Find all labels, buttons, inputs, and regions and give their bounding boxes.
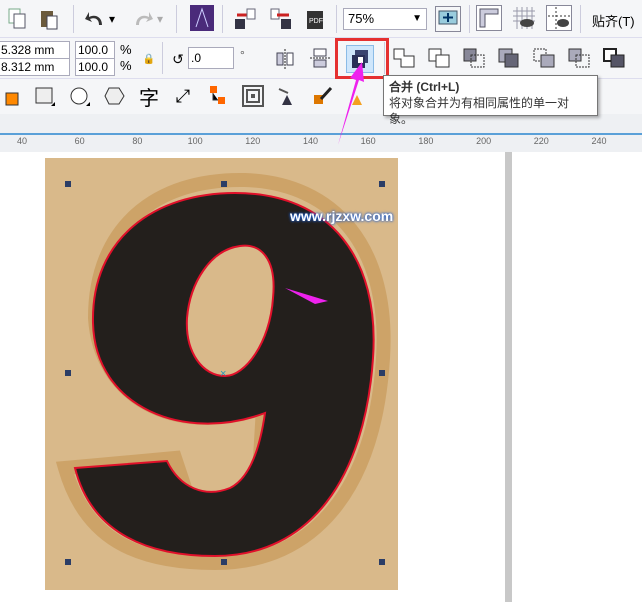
- selection-handle[interactable]: [221, 559, 227, 565]
- center-marker-icon: ×: [220, 368, 227, 380]
- back-minus-front-icon[interactable]: [566, 45, 592, 71]
- percent-label: %: [120, 42, 132, 57]
- selection-handle[interactable]: [65, 181, 71, 187]
- selection-handle[interactable]: [65, 370, 71, 376]
- degree-label: °: [240, 48, 245, 62]
- paste-icon[interactable]: [36, 6, 62, 32]
- transparency-tool-icon[interactable]: [274, 83, 300, 109]
- redo-icon[interactable]: [130, 6, 156, 32]
- rotation-angle-input[interactable]: .0: [188, 47, 234, 69]
- undo-dropdown-icon[interactable]: ▾: [106, 6, 118, 32]
- polygon-tool-icon[interactable]: [102, 83, 128, 109]
- intersect-icon[interactable]: [461, 45, 487, 71]
- standard-toolbar: ▾ ▾ PDF 75% ▼ 贴齐(T): [0, 0, 642, 38]
- publish-pdf-icon[interactable]: PDF: [304, 6, 330, 32]
- ruler-tick-label: 220: [533, 136, 549, 146]
- create-boundary-icon[interactable]: [601, 45, 627, 71]
- copy-icon[interactable]: [4, 6, 30, 32]
- selection-handle[interactable]: [65, 559, 71, 565]
- ruler-tick-label: 240: [591, 136, 607, 146]
- selection-handle[interactable]: [379, 370, 385, 376]
- mirror-horizontal-icon[interactable]: [272, 45, 298, 71]
- ruler-tick-label: 40: [16, 136, 28, 146]
- trim-icon[interactable]: [426, 45, 452, 71]
- scale-x-input[interactable]: 100.0: [75, 41, 115, 59]
- rulers-toggle-icon[interactable]: [476, 5, 502, 31]
- ellipse-tool-icon[interactable]: [67, 83, 93, 109]
- ruler-tick-label: 80: [132, 136, 143, 146]
- object-height-input[interactable]: 8.312 mm: [0, 58, 70, 76]
- mirror-vertical-icon[interactable]: [306, 45, 332, 71]
- tooltip-description: 将对象合并为有相同属性的单一对象。: [389, 96, 570, 126]
- rectangle-tool-icon[interactable]: [32, 83, 58, 109]
- drawing-canvas[interactable]: www.rjzxw.com ×: [0, 152, 642, 602]
- export-icon[interactable]: [268, 6, 294, 32]
- svg-text:PDF: PDF: [309, 18, 323, 25]
- text-tool-icon[interactable]: 字: [136, 83, 162, 110]
- smart-fill-icon[interactable]: [0, 83, 24, 109]
- watermark-text: www.rjzxw.com: [290, 208, 394, 224]
- weld-icon[interactable]: [391, 45, 417, 71]
- lock-ratio-icon[interactable]: 🔒: [136, 46, 162, 72]
- grid-toggle-icon[interactable]: [511, 5, 537, 31]
- ruler-tick-label: 120: [245, 136, 261, 146]
- dimension-tool-icon[interactable]: ⤢: [170, 83, 196, 109]
- object-width-input[interactable]: 5.328 mm: [0, 41, 70, 59]
- combine-tooltip: 合并 (Ctrl+L) 将对象合并为有相同属性的单一对象。: [383, 75, 598, 126]
- guidelines-toggle-icon[interactable]: [546, 5, 572, 31]
- undo-icon[interactable]: [82, 6, 108, 32]
- ruler-tick-label: 200: [476, 136, 492, 146]
- snap-to-menu[interactable]: 贴齐(T): [592, 11, 635, 30]
- scale-y-input[interactable]: 100.0: [75, 58, 115, 76]
- tooltip-title: 合并 (Ctrl+L): [389, 80, 460, 94]
- zoom-level-select[interactable]: 75% ▼: [343, 8, 427, 30]
- zoom-fit-icon[interactable]: [435, 6, 461, 32]
- chevron-down-icon: ▼: [412, 13, 422, 24]
- import-icon[interactable]: [232, 6, 258, 32]
- blend-tool-icon[interactable]: [240, 83, 266, 109]
- selection-handle[interactable]: [221, 181, 227, 187]
- connector-tool-icon[interactable]: [204, 83, 230, 109]
- page-border-shadow: [505, 152, 512, 602]
- zoom-value: 75%: [348, 11, 375, 26]
- ruler-tick-label: 180: [418, 136, 434, 146]
- property-bar: 5.328 mm 8.312 mm 100.0 100.0 % % 🔒 ↺ .0…: [0, 38, 642, 79]
- corel-connect-icon[interactable]: [189, 5, 215, 31]
- selection-handle[interactable]: [379, 181, 385, 187]
- ruler-tick-label: 100: [187, 136, 203, 146]
- simplify-icon[interactable]: [496, 45, 522, 71]
- percent-label: %: [120, 58, 132, 73]
- ruler-tick-label: 60: [74, 136, 85, 146]
- ruler-tick-label: 140: [302, 136, 319, 146]
- selection-handle[interactable]: [379, 559, 385, 565]
- front-minus-back-icon[interactable]: [531, 45, 557, 71]
- callout-arrow-icon: [338, 62, 364, 145]
- redo-dropdown-icon[interactable]: ▾: [154, 6, 166, 32]
